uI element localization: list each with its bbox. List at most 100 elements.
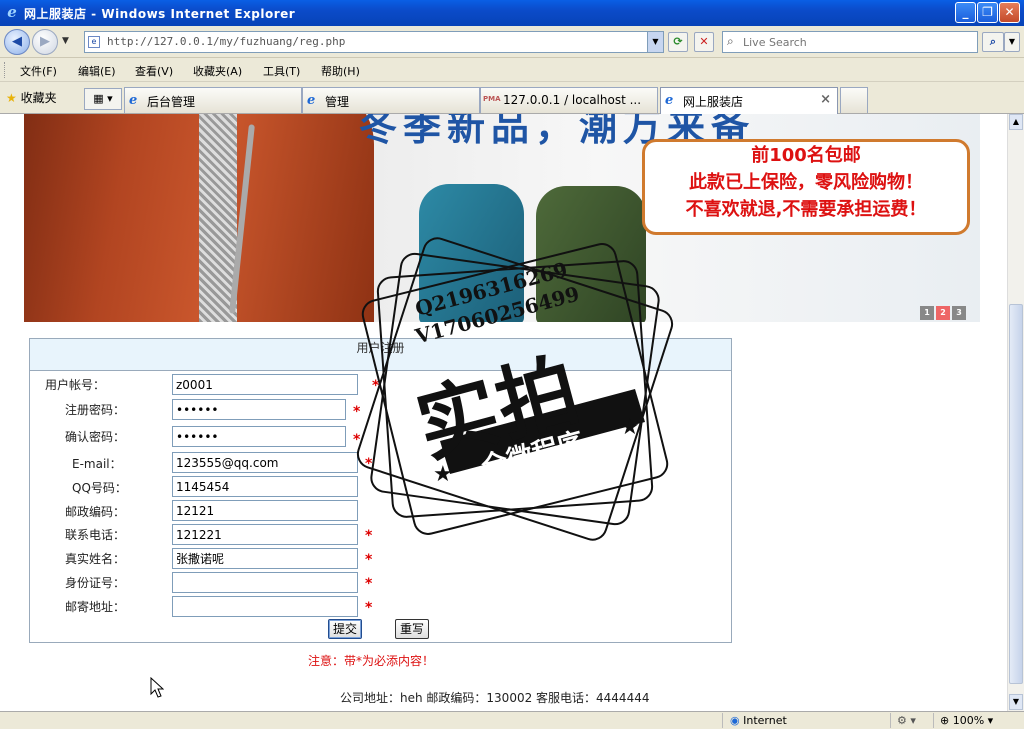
address-field[interactable]: e http://127.0.0.1/my/fuzhuang/reg.php ▼ <box>84 31 664 53</box>
reset-button[interactable]: 重写 <box>395 619 430 639</box>
email-input[interactable] <box>172 452 358 473</box>
status-divider <box>933 713 934 728</box>
minimize-button[interactable]: _ <box>955 2 976 23</box>
tab-bar: ★ 收藏夹 ▦ ▾ e 后台管理 e 管理 PMA 127.0.0.1 / lo… <box>0 82 1024 114</box>
field-label-email: E-mail： <box>72 457 122 471</box>
password-input[interactable] <box>172 399 346 420</box>
registration-form: 用户注册 <box>29 338 732 643</box>
ie-logo-icon: e <box>7 3 17 21</box>
field-label-password: 注册密码： <box>65 403 126 417</box>
history-dropdown-icon[interactable]: ▼ <box>62 36 69 46</box>
field-label-id-number: 身份证号： <box>65 576 126 590</box>
field-label-real-name: 真实姓名： <box>65 552 126 566</box>
required-mark: * <box>365 576 373 592</box>
zoom-control[interactable]: ⊕ 100% ▾ <box>940 714 993 727</box>
promo-banner[interactable]: 冬季新品，潮万来备 前100名包邮 此款已上保险，零风险购物！ 不喜欢就退,不需… <box>24 114 980 322</box>
banner-pager: 123 <box>918 304 966 320</box>
address-dropdown-icon[interactable]: ▼ <box>647 32 663 52</box>
required-mark: * <box>365 552 373 568</box>
banner-page-3[interactable]: 3 <box>952 306 966 320</box>
search-go-button[interactable]: ⌕ <box>982 32 1004 52</box>
back-button[interactable]: ◀ <box>4 29 30 55</box>
ie-page-icon: e <box>307 93 316 108</box>
confirm-password-input[interactable] <box>172 426 346 447</box>
tab-label: 网上服装店 <box>683 95 744 109</box>
banner-page-1[interactable]: 1 <box>920 306 934 320</box>
status-bar: ◉ Internet ⚙ ▾ ⊕ 100% ▾ <box>0 711 1024 729</box>
phone-input[interactable] <box>172 524 358 545</box>
account-input[interactable] <box>172 374 358 395</box>
promo-line-2: 此款已上保险，零风险购物！ <box>689 172 923 193</box>
required-mark: * <box>365 528 373 544</box>
window-title-bar: e 网上服装店 - Windows Internet Explorer _ ❐ … <box>0 0 1024 26</box>
zoom-icon: ⊕ <box>940 714 950 727</box>
tab-label: 后台管理 <box>147 95 196 109</box>
banner-page-2[interactable]: 2 <box>936 306 950 320</box>
qq-input[interactable] <box>172 476 358 497</box>
tab-admin[interactable]: e 管理 <box>302 87 480 113</box>
menu-edit[interactable]: 编辑(E) <box>78 63 116 79</box>
protected-mode-icon[interactable]: ⚙ ▾ <box>897 714 916 727</box>
tab-label: 管理 <box>325 95 350 109</box>
menu-favorites[interactable]: 收藏夹(A) <box>193 63 242 79</box>
address-url: http://127.0.0.1/my/fuzhuang/reg.php <box>107 35 346 48</box>
page-icon: e <box>88 36 100 48</box>
zoom-level: 100% <box>952 714 985 727</box>
chevron-down-icon: ▼ <box>1008 37 1016 46</box>
company-footer: 公司地址：heh 邮政编码：130002 客服电话：4444444 <box>340 691 650 705</box>
ie-page-icon: e <box>129 93 138 108</box>
scroll-up-icon[interactable]: ▲ <box>1009 114 1023 130</box>
menu-file[interactable]: 文件(F) <box>20 63 57 79</box>
search-icon: ⌕ <box>727 34 734 48</box>
favorites-button[interactable]: ★ 收藏夹 <box>6 89 57 106</box>
globe-icon: ◉ <box>730 714 740 727</box>
promo-line-1: 前100名包邮 <box>751 145 861 166</box>
tab-phpmyadmin[interactable]: PMA 127.0.0.1 / localhost ... <box>480 87 658 113</box>
stop-icon: ✕ <box>699 35 709 48</box>
field-label-mail-address: 邮寄地址： <box>65 600 126 614</box>
tab-online-clothing-store[interactable]: e 网上服装店 × <box>660 87 838 114</box>
postcode-input[interactable] <box>172 500 358 521</box>
mouse-cursor-icon <box>150 677 164 698</box>
promo-box: 前100名包邮 此款已上保险，零风险购物！ 不喜欢就退,不需要承担运费！ <box>642 139 970 235</box>
close-window-button[interactable]: ✕ <box>999 2 1020 23</box>
zone-label: Internet <box>743 714 787 727</box>
field-label-phone: 联系电话： <box>65 528 126 542</box>
address-toolbar: ◀ ▶ ▼ e http://127.0.0.1/my/fuzhuang/reg… <box>0 26 1024 58</box>
field-label-qq: QQ号码： <box>72 481 127 495</box>
required-mark: * <box>365 456 373 472</box>
menu-help[interactable]: 帮助(H) <box>321 63 360 79</box>
phpmyadmin-icon: PMA <box>483 95 501 103</box>
forward-arrow-icon: ▶ <box>40 34 50 49</box>
restore-button[interactable]: ❐ <box>977 2 998 23</box>
quick-tabs-button[interactable]: ▦ ▾ <box>84 88 122 110</box>
mail-address-input[interactable] <box>172 596 358 617</box>
new-tab-button[interactable] <box>840 87 868 113</box>
scroll-down-icon[interactable]: ▼ <box>1009 694 1023 710</box>
page-content: 冬季新品，潮万来备 前100名包邮 此款已上保险，零风险购物！ 不喜欢就退,不需… <box>0 114 1007 711</box>
stop-button[interactable]: ✕ <box>694 32 714 52</box>
status-divider <box>890 713 891 728</box>
menu-bar: 文件(F) 编辑(E) 查看(V) 收藏夹(A) 工具(T) 帮助(H) <box>0 58 1024 82</box>
required-notice: 注意：带*为必添内容！ <box>308 654 435 668</box>
toolbar-grip <box>4 62 7 78</box>
close-tab-icon[interactable]: × <box>820 92 831 107</box>
real-name-input[interactable] <box>172 548 358 569</box>
scrollbar-thumb[interactable] <box>1009 304 1023 684</box>
refresh-button[interactable]: ⟳ <box>668 32 688 52</box>
menu-tools[interactable]: 工具(T) <box>263 63 300 79</box>
required-mark: * <box>353 404 361 420</box>
zone-indicator[interactable]: ◉ Internet <box>730 714 787 727</box>
tab-backend-admin[interactable]: e 后台管理 <box>124 87 302 113</box>
submit-button[interactable]: 提交 <box>328 619 363 639</box>
zoom-dropdown-icon: ▾ <box>987 714 994 727</box>
required-mark: * <box>365 600 373 616</box>
search-options-button[interactable]: ▼ <box>1004 32 1020 52</box>
id-number-input[interactable] <box>172 572 358 593</box>
menu-view[interactable]: 查看(V) <box>135 63 173 79</box>
forward-button[interactable]: ▶ <box>32 29 58 55</box>
search-input[interactable] <box>743 34 973 50</box>
search-box[interactable]: ⌕ <box>722 31 978 53</box>
favorites-label: 收藏夹 <box>20 91 57 105</box>
vertical-scrollbar[interactable]: ▲ ▼ <box>1007 114 1024 711</box>
